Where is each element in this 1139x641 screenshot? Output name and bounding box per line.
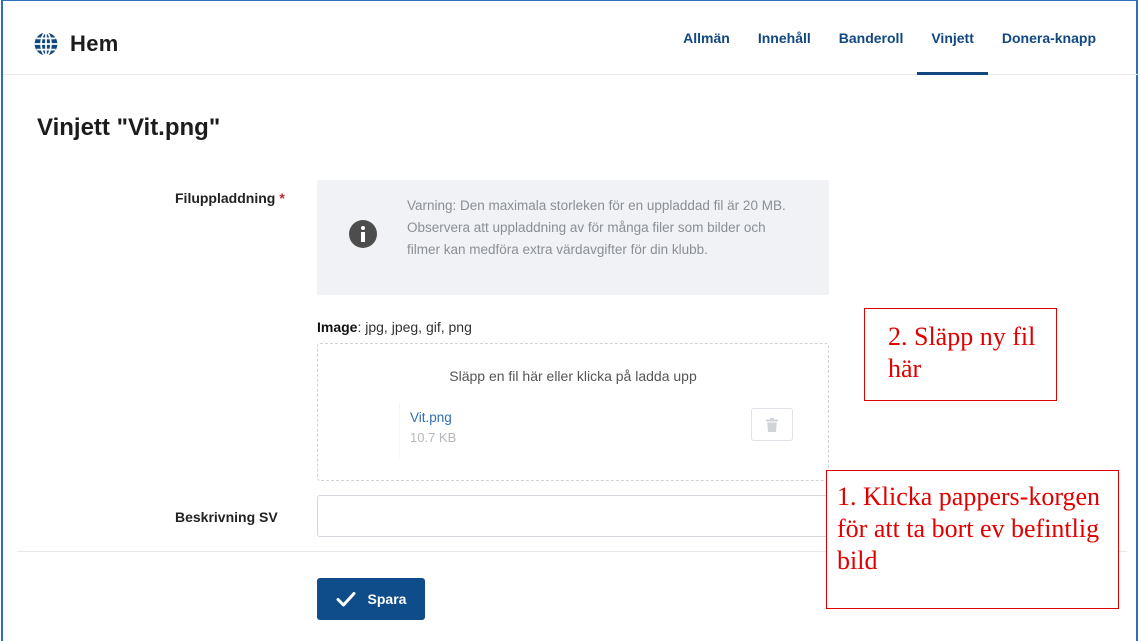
tab-innehall[interactable]: Innehåll: [744, 1, 825, 75]
filetypes-prefix: Image: [317, 319, 358, 335]
allowed-filetypes: Image: jpg, jpeg, gif, png: [317, 319, 472, 335]
upload-label: Filuppladdning *: [175, 190, 285, 206]
dropzone-text: Släpp en fil här eller klicka på ladda u…: [449, 368, 697, 384]
filetypes-list: : jpg, jpeg, gif, png: [357, 319, 472, 335]
warning-text: Varning: Den maximala storleken för en u…: [407, 198, 786, 257]
upload-label-text: Filuppladdning: [175, 190, 276, 206]
tab-allman[interactable]: Allmän: [669, 1, 744, 75]
annotation-click-trash: 1. Klicka pappers-korgen för att ta bort…: [826, 470, 1119, 609]
top-navigation: Hem Allmän Innehåll Banderoll Vinjett Do…: [3, 1, 1139, 75]
page-title: Vinjett "Vit.png": [37, 114, 221, 141]
delete-file-button[interactable]: [751, 408, 793, 441]
file-size: 10.7 KB: [410, 430, 457, 445]
file-name-link[interactable]: Vit.png: [410, 410, 452, 425]
file-thumbnail: [340, 404, 400, 458]
description-input[interactable]: [317, 495, 829, 537]
file-dropzone[interactable]: Släpp en fil här eller klicka på ladda u…: [317, 343, 829, 481]
tab-donera-knapp[interactable]: Donera-knapp: [988, 1, 1110, 75]
globe-icon: [34, 31, 58, 57]
save-button[interactable]: Spara: [317, 578, 425, 620]
trash-icon: [766, 417, 778, 432]
tab-vinjett[interactable]: Vinjett: [917, 1, 988, 75]
home-link[interactable]: Hem: [33, 31, 119, 57]
tab-banderoll[interactable]: Banderoll: [825, 1, 918, 75]
annotation-drop-new-file: 2. Släpp ny fil här: [864, 308, 1057, 401]
info-icon: [349, 220, 377, 248]
description-label: Beskrivning SV: [175, 509, 278, 525]
upload-warning: Varning: Den maximala storleken för en u…: [317, 180, 829, 295]
required-marker: *: [279, 190, 285, 206]
save-button-label: Spara: [367, 591, 407, 607]
checkmark-icon: [336, 592, 356, 607]
tab-bar: Allmän Innehåll Banderoll Vinjett Donera…: [669, 1, 1110, 75]
brand-label: Hem: [70, 31, 119, 56]
